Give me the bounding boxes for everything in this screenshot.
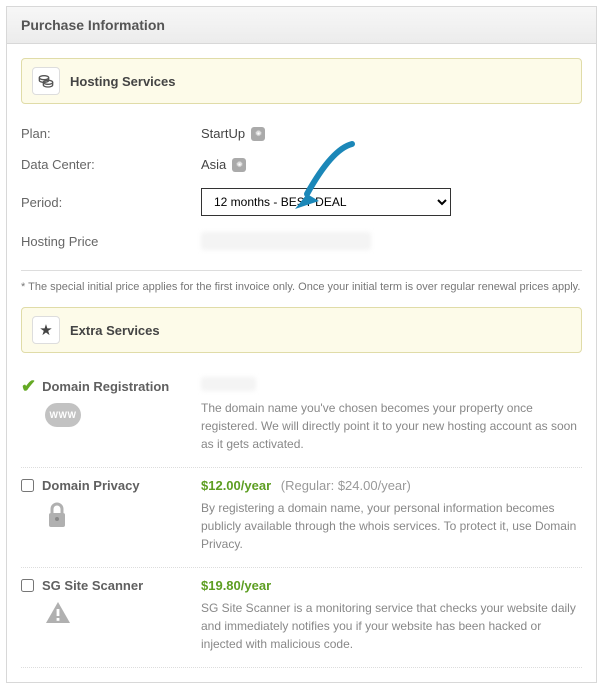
plan-row: Plan: StartUp xyxy=(21,118,582,149)
hosting-price-redacted xyxy=(201,232,371,250)
plan-label: Plan: xyxy=(21,126,201,141)
hosting-section-title: Hosting Services xyxy=(70,74,176,89)
star-icon: ★ xyxy=(32,316,60,344)
domain-privacy-desc: By registering a domain name, your perso… xyxy=(201,499,582,553)
domain-privacy-checkbox[interactable] xyxy=(21,479,34,492)
domain-privacy-label: Domain Privacy xyxy=(42,478,140,493)
datacenter-label: Data Center: xyxy=(21,157,201,172)
price-footnote: * The special initial price applies for … xyxy=(21,281,582,293)
extras-section-title: Extra Services xyxy=(70,323,160,338)
site-scanner-label: SG Site Scanner xyxy=(42,578,143,593)
domain-privacy-regular: (Regular: $24.00/year) xyxy=(281,478,411,493)
domain-registration-desc: The domain name you've chosen becomes yo… xyxy=(201,399,582,453)
domain-reg-price-redacted xyxy=(201,377,256,391)
gear-icon[interactable] xyxy=(232,158,246,172)
panel-title: Purchase Information xyxy=(7,7,596,44)
site-scanner-price: $19.80/year xyxy=(201,578,271,593)
datacenter-row: Data Center: Asia xyxy=(21,149,582,180)
panel-body: Hosting Services Plan: StartUp Data Cent… xyxy=(7,44,596,682)
check-icon: ✔ xyxy=(21,377,36,395)
extras-section-header: ★ Extra Services xyxy=(21,307,582,353)
datacenter-value: Asia xyxy=(201,157,226,172)
period-label: Period: xyxy=(21,195,201,210)
period-select[interactable]: 12 months - BEST DEAL xyxy=(201,188,451,216)
site-scanner-row: SG Site Scanner $19.80/year SG Site Scan… xyxy=(21,568,582,668)
hosting-price-label: Hosting Price xyxy=(21,234,201,249)
divider xyxy=(21,270,582,271)
domain-registration-label: Domain Registration xyxy=(42,379,169,394)
domain-privacy-price: $12.00/year xyxy=(201,478,271,493)
gear-icon[interactable] xyxy=(251,127,265,141)
domain-registration-row: ✔ Domain Registration WWW The domain nam… xyxy=(21,367,582,468)
lock-icon xyxy=(45,501,201,532)
purchase-information-panel: Purchase Information Hosting Services Pl… xyxy=(6,6,597,683)
warning-icon xyxy=(45,601,201,628)
hosting-section-header: Hosting Services xyxy=(21,58,582,104)
period-row: Period: 12 months - BEST DEAL xyxy=(21,180,582,224)
plan-value: StartUp xyxy=(201,126,245,141)
hosting-price-row: Hosting Price xyxy=(21,224,582,258)
domain-privacy-row: Domain Privacy $12.00/year (Regular: $24… xyxy=(21,468,582,568)
site-scanner-desc: SG Site Scanner is a monitoring service … xyxy=(201,599,582,653)
www-icon: WWW xyxy=(45,403,201,427)
coins-icon xyxy=(32,67,60,95)
site-scanner-checkbox[interactable] xyxy=(21,579,34,592)
